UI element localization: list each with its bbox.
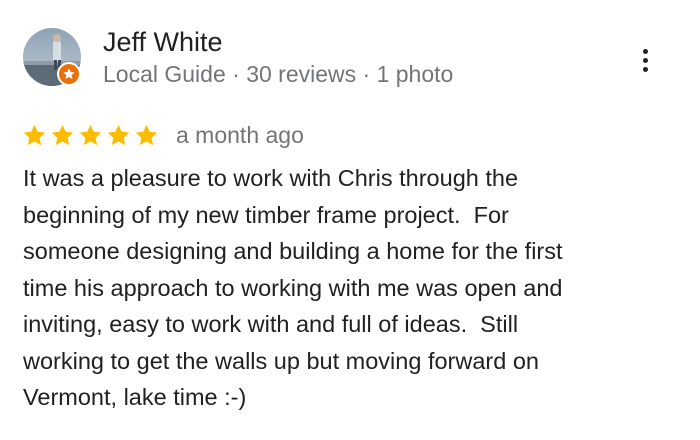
local-guide-badge	[57, 62, 81, 86]
star-icon	[107, 124, 130, 145]
reviewer-avatar[interactable]	[23, 28, 81, 86]
star-icon	[79, 124, 102, 145]
more-vertical-icon-dot	[642, 57, 648, 63]
review-text: It was a pleasure to work with Chris thr…	[23, 165, 563, 410]
badge-star-icon	[63, 68, 75, 79]
star-icon	[51, 124, 74, 145]
more-vertical-icon	[642, 48, 648, 54]
star-icon	[135, 124, 158, 145]
rating-row: a month ago	[22, 118, 304, 152]
review-card: Jeff White Local Guide · 30 reviews · 1 …	[0, 0, 700, 440]
more-options-button[interactable]	[628, 40, 662, 80]
reviewer-name[interactable]: Jeff White	[103, 24, 223, 60]
star-icon	[23, 124, 46, 145]
star-rating	[22, 123, 159, 148]
reviewer-meta: Local Guide · 30 reviews · 1 photo	[103, 61, 454, 87]
more-vertical-icon-dot	[642, 66, 648, 72]
local-guide-star-icon	[59, 64, 79, 84]
review-date: a month ago	[176, 122, 304, 148]
